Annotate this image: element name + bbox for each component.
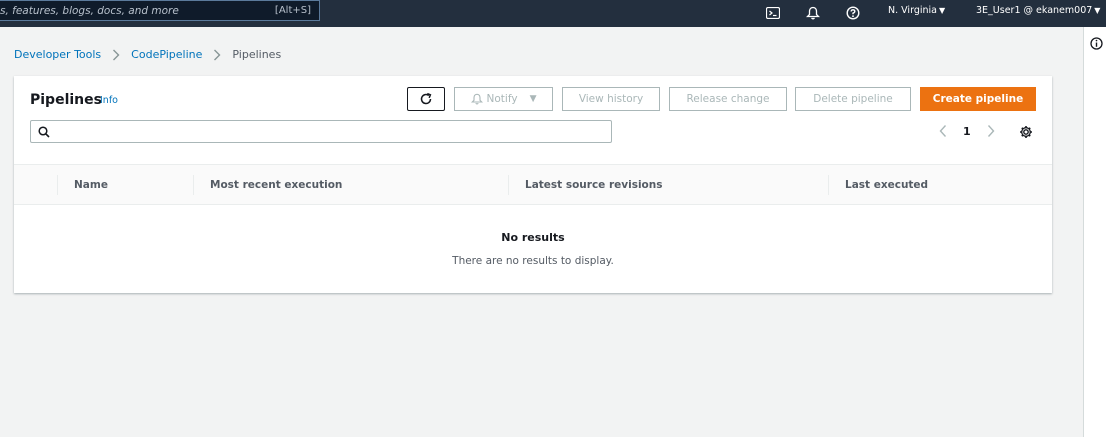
empty-state-description: There are no results to display. xyxy=(452,255,614,267)
delete-pipeline-label: Delete pipeline xyxy=(813,93,893,105)
view-history-button[interactable]: View history xyxy=(562,87,660,111)
notify-label: Notify xyxy=(486,93,518,105)
bell-icon[interactable] xyxy=(804,4,822,22)
refresh-button[interactable] xyxy=(407,87,445,111)
create-pipeline-label: Create pipeline xyxy=(932,93,1024,105)
table-header: Name Most recent execution Latest source… xyxy=(14,164,1052,205)
column-header-latest-source-revisions[interactable]: Latest source revisions xyxy=(525,179,663,191)
search-icon xyxy=(38,126,50,138)
global-search-input[interactable]: s, features, blogs, docs, and more [Alt+… xyxy=(0,0,320,21)
right-utility-rail xyxy=(1083,27,1106,437)
column-header-name[interactable]: Name xyxy=(74,179,108,191)
region-label: N. Virginia xyxy=(888,5,937,16)
column-divider xyxy=(828,175,829,195)
notify-button[interactable]: Notify ▼ xyxy=(454,87,553,111)
top-navigation-bar: s, features, blogs, docs, and more [Alt+… xyxy=(0,0,1106,27)
breadcrumb-codepipeline[interactable]: CodePipeline xyxy=(131,48,202,61)
cloudshell-icon[interactable] xyxy=(764,4,782,22)
chevron-right-icon[interactable] xyxy=(986,124,996,138)
breadcrumb-developer-tools[interactable]: Developer Tools xyxy=(14,48,101,61)
column-divider xyxy=(193,175,194,195)
column-header-most-recent-execution[interactable]: Most recent execution xyxy=(210,179,342,191)
bell-icon xyxy=(470,93,483,105)
help-icon[interactable] xyxy=(844,4,862,22)
account-label: 3E_User1 @ ekanem007 xyxy=(976,5,1093,16)
page-number[interactable]: 1 xyxy=(963,125,971,138)
column-divider xyxy=(57,175,58,195)
caret-down-icon: ▼ xyxy=(529,94,537,104)
chevron-left-icon[interactable] xyxy=(938,124,948,138)
create-pipeline-button[interactable]: Create pipeline xyxy=(920,87,1036,111)
info-link[interactable]: Info xyxy=(100,95,118,106)
region-selector[interactable]: N. Virginia ▼ xyxy=(888,5,945,16)
page-title: Pipelines xyxy=(30,92,102,108)
breadcrumb: Developer Tools CodePipeline Pipelines xyxy=(14,48,281,61)
chevron-right-icon xyxy=(113,49,120,60)
pipeline-filter-input[interactable] xyxy=(30,120,612,143)
delete-pipeline-button[interactable]: Delete pipeline xyxy=(795,87,911,111)
caret-down-icon: ▼ xyxy=(938,6,946,15)
refresh-icon xyxy=(420,92,432,105)
info-icon[interactable] xyxy=(1090,37,1103,50)
chevron-right-icon xyxy=(214,49,221,60)
search-shortcut-hint: [Alt+S] xyxy=(274,5,311,16)
caret-down-icon: ▼ xyxy=(1094,6,1101,15)
column-divider xyxy=(508,175,509,195)
breadcrumb-pipelines: Pipelines xyxy=(232,48,282,61)
empty-state-title: No results xyxy=(501,231,565,244)
release-change-label: Release change xyxy=(686,93,770,105)
search-placeholder: s, features, blogs, docs, and more xyxy=(0,5,179,17)
gear-icon[interactable] xyxy=(1019,125,1033,139)
account-menu[interactable]: 3E_User1 @ ekanem007 ▼ xyxy=(976,5,1100,16)
view-history-label: View history xyxy=(578,93,644,105)
release-change-button[interactable]: Release change xyxy=(669,87,787,111)
pipelines-panel: Pipelines Info Notify ▼ View history Rel… xyxy=(14,76,1052,293)
column-header-last-executed[interactable]: Last executed xyxy=(845,179,928,191)
